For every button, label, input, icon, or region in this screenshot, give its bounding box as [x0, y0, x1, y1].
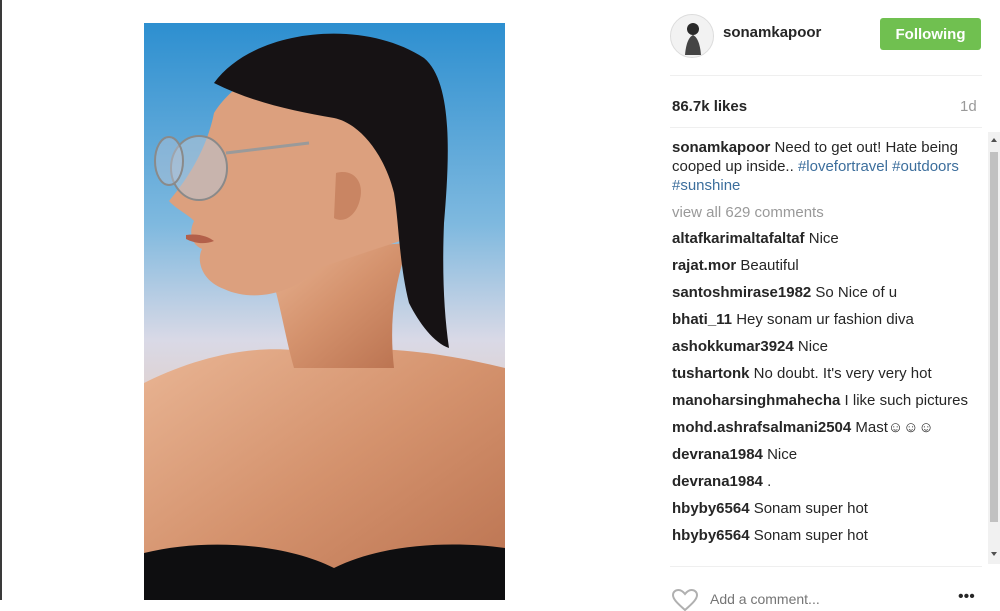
comment-item: hbyby6564 Sonam super hot: [672, 499, 984, 518]
comment-item: manoharsinghmahecha I like such pictures: [672, 391, 984, 410]
likes-divider: [670, 127, 982, 128]
comment-username[interactable]: hbyby6564: [672, 500, 750, 517]
caption: sonamkapoor Need to get out! Hate being …: [672, 138, 984, 195]
comment-text: Beautiful: [736, 257, 799, 274]
comment-text: .: [762, 473, 772, 490]
comment-item: altafkarimaltafaltaf Nice: [672, 229, 984, 248]
hashtag-link[interactable]: #outdoors: [892, 158, 959, 175]
username-link[interactable]: sonamkapoor: [723, 24, 821, 41]
comment-text: Mast☺☺☺: [851, 419, 934, 436]
comment-text: No doubt. It's very very hot: [749, 365, 932, 382]
comment-username[interactable]: ashokkumar3924: [672, 338, 794, 355]
hashtag-link[interactable]: #sunshine: [672, 177, 740, 194]
comment-username[interactable]: tushartonk: [672, 365, 750, 382]
comment-item: tushartonk No doubt. It's very very hot: [672, 364, 984, 383]
comment-item: devrana1984 .: [672, 472, 984, 491]
comment-username[interactable]: devrana1984: [672, 446, 763, 463]
heart-icon[interactable]: [672, 589, 698, 611]
comment-username[interactable]: altafkarimaltafaltaf: [672, 230, 805, 247]
comment-username[interactable]: santoshmirase1982: [672, 284, 811, 301]
post-time[interactable]: 1d: [960, 98, 977, 115]
more-options-icon[interactable]: •••: [958, 588, 975, 606]
window-edge: [0, 0, 2, 600]
avatar[interactable]: [670, 14, 714, 58]
post-image[interactable]: [144, 23, 505, 600]
comment-item: mohd.ashrafsalmani2504 Mast☺☺☺: [672, 418, 984, 437]
scroll-up-arrow-icon[interactable]: [988, 134, 1000, 146]
following-button[interactable]: Following: [880, 18, 981, 50]
scroll-down-arrow-icon[interactable]: [988, 548, 1000, 560]
caption-username[interactable]: sonamkapoor: [672, 139, 770, 156]
comment-username[interactable]: bhati_11: [672, 311, 732, 328]
comment-item: bhati_11 Hey sonam ur fashion diva: [672, 310, 984, 329]
comments-scrollbar[interactable]: [988, 132, 1000, 564]
comment-item: santoshmirase1982 So Nice of u: [672, 283, 984, 302]
view-all-comments-link[interactable]: view all 629 comments: [672, 203, 984, 222]
comment-text: Sonam super hot: [749, 500, 868, 517]
comment-text: Nice: [793, 338, 828, 355]
comment-text: So Nice of u: [811, 284, 898, 301]
comment-item: hbyby6564 Sonam super hot: [672, 526, 984, 545]
post-header: sonamkapoor Following: [670, 12, 982, 58]
scroll-thumb[interactable]: [990, 152, 998, 522]
add-comment-row: •••: [672, 588, 984, 611]
comments-divider: [670, 566, 982, 567]
comment-text: Nice: [804, 230, 839, 247]
comment-item: rajat.mor Beautiful: [672, 256, 984, 275]
comment-text: I like such pictures: [840, 392, 968, 409]
comment-username[interactable]: manoharsinghmahecha: [672, 392, 840, 409]
comments-list: sonamkapoor Need to get out! Hate being …: [672, 138, 984, 566]
comment-text: Nice: [762, 446, 798, 463]
comment-item: devrana1984 Nice: [672, 445, 984, 464]
header-divider: [670, 75, 982, 76]
comment-text: Hey sonam ur fashion diva: [732, 311, 914, 328]
comment-item: ashokkumar3924 Nice: [672, 337, 984, 356]
comment-username[interactable]: rajat.mor: [672, 257, 736, 274]
hashtag-link[interactable]: #lovefortravel: [798, 158, 888, 175]
comment-username[interactable]: mohd.ashrafsalmani2504: [672, 419, 851, 436]
likes-count[interactable]: 86.7k likes: [672, 98, 747, 115]
add-comment-input[interactable]: [708, 590, 912, 608]
comment-username[interactable]: hbyby6564: [672, 527, 750, 544]
comment-username[interactable]: devrana1984: [672, 473, 763, 490]
comment-text: Sonam super hot: [749, 527, 868, 544]
